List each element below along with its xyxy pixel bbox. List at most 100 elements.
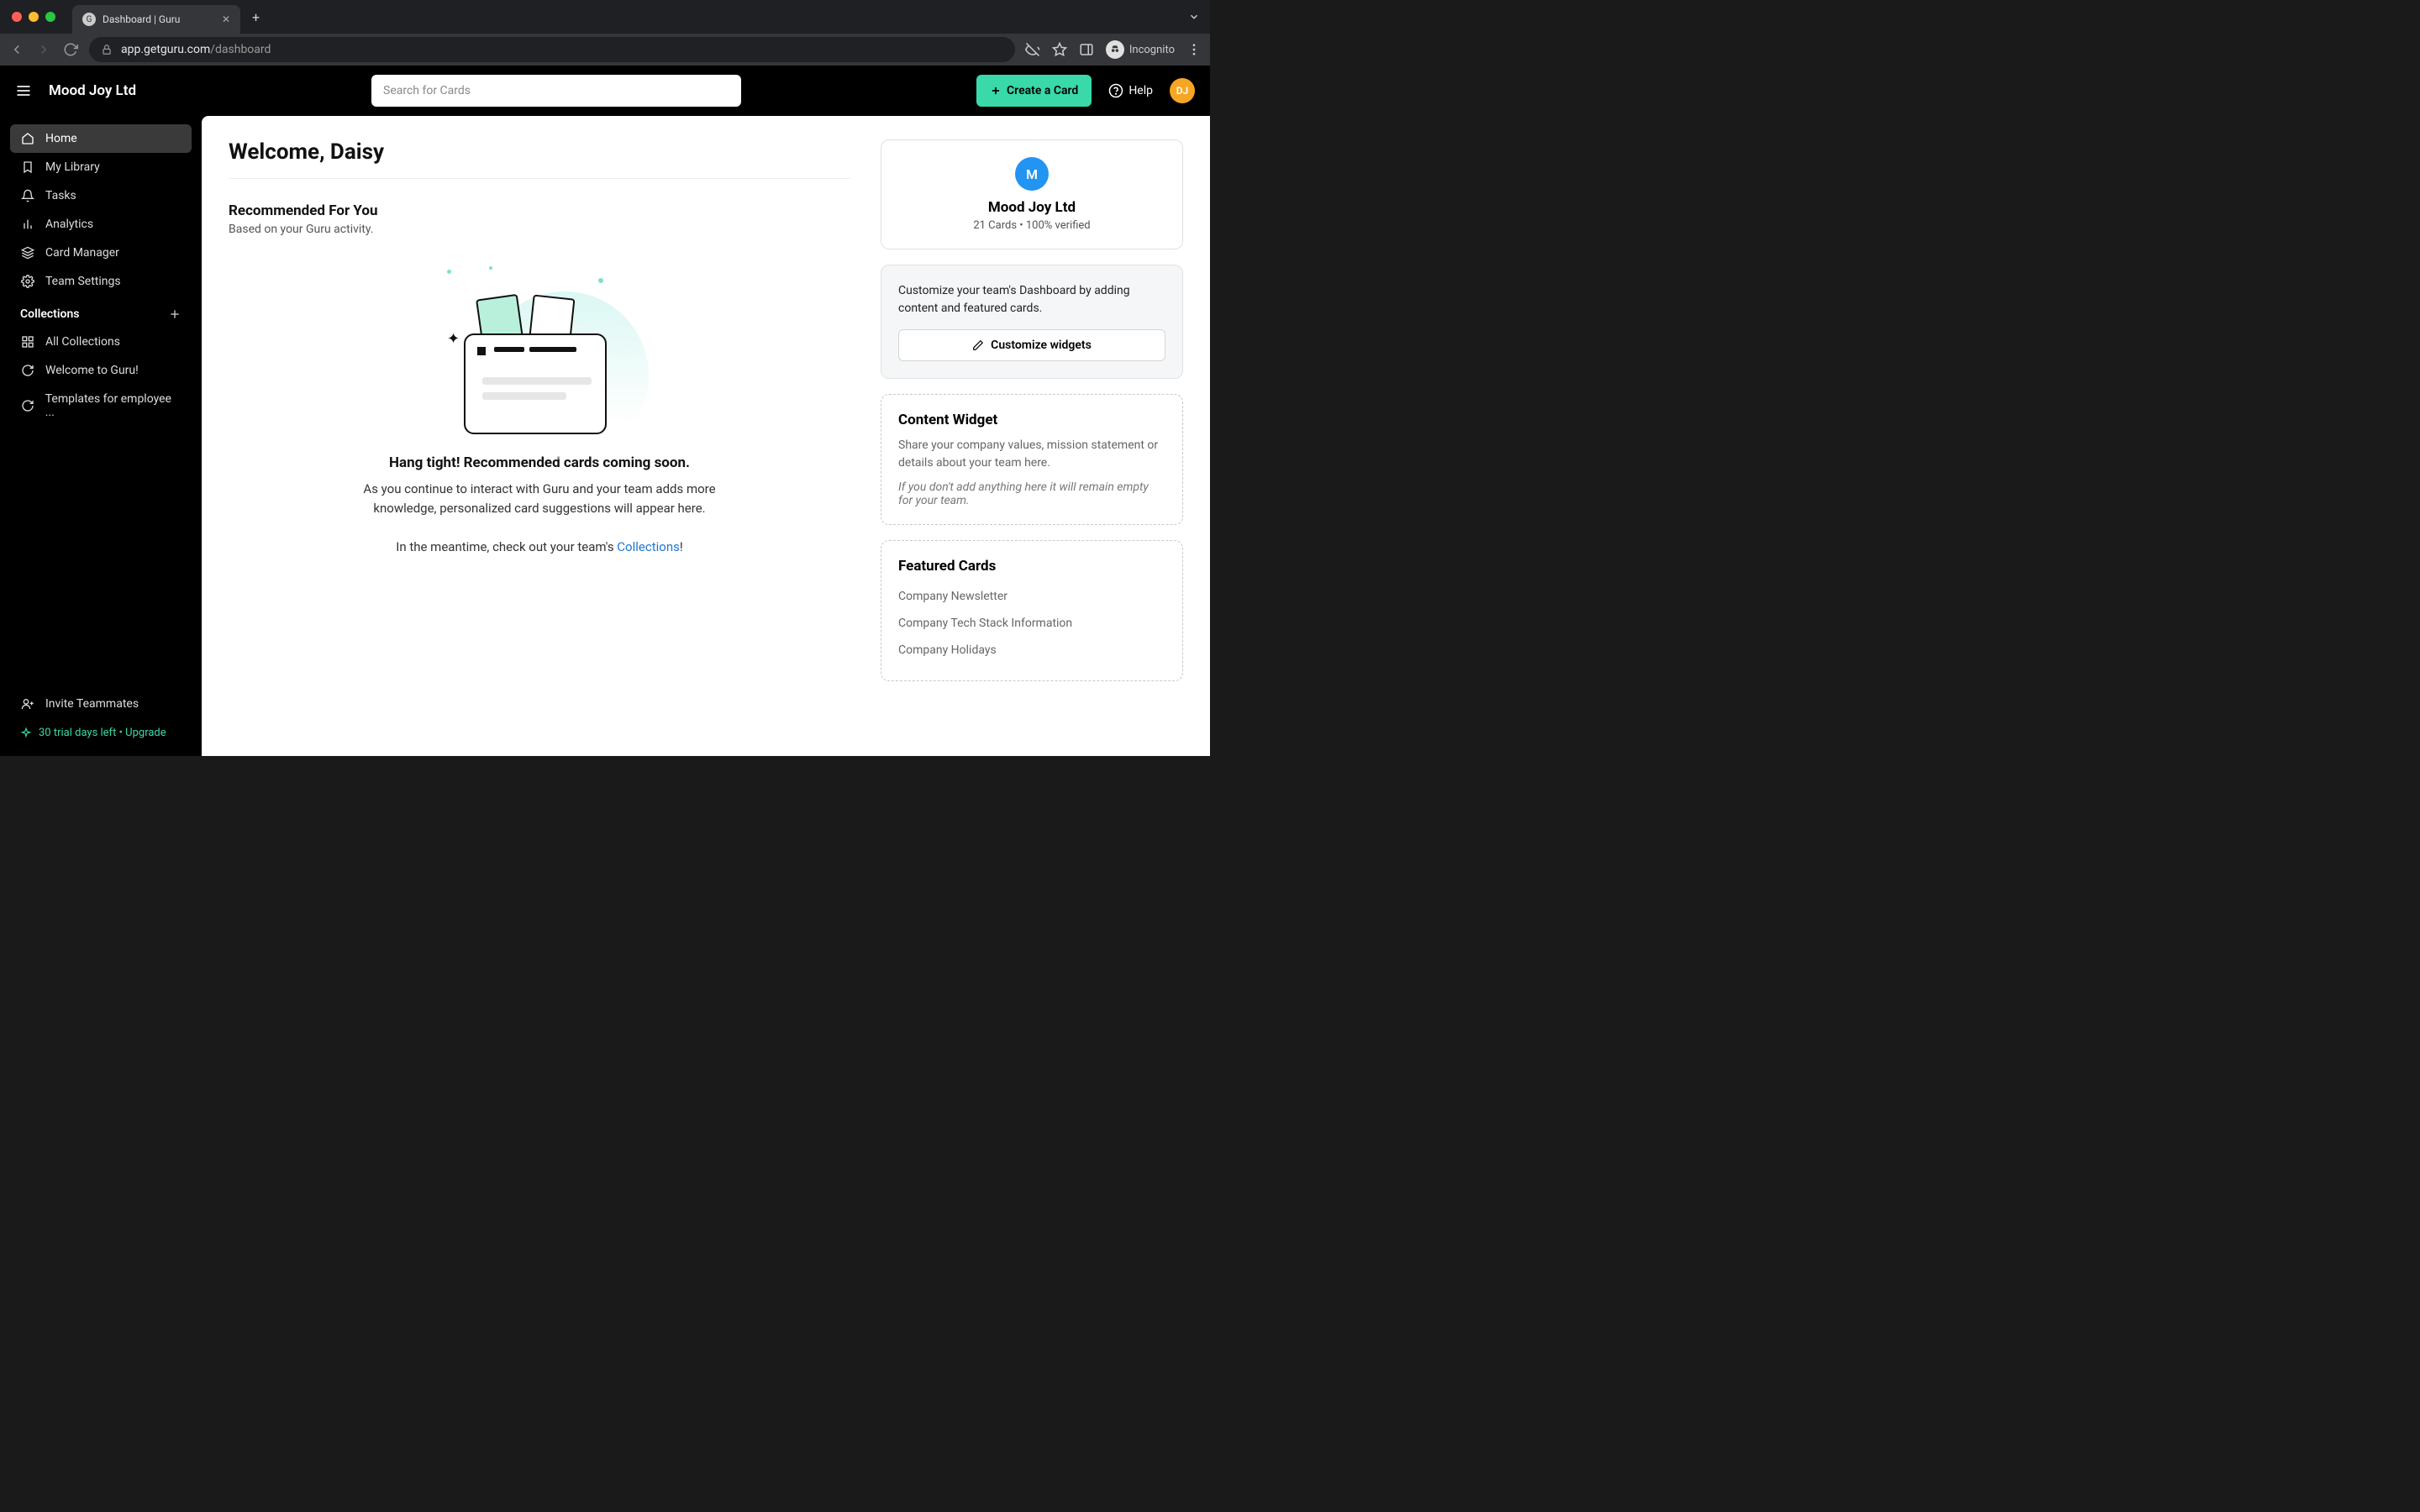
content-widget-desc: Share your company values, mission state… bbox=[898, 437, 1165, 472]
bookmark-icon bbox=[20, 160, 35, 174]
featured-cards-title: Featured Cards bbox=[898, 558, 1165, 575]
sidebar-item-analytics[interactable]: Analytics bbox=[10, 210, 192, 239]
featured-card-item[interactable]: Company Tech Stack Information bbox=[898, 610, 1165, 637]
sidebar-item-label: Home bbox=[45, 132, 77, 145]
featured-cards-widget: Featured Cards Company Newsletter Compan… bbox=[881, 540, 1183, 681]
help-icon bbox=[1108, 83, 1123, 98]
sidebar-item-label: Card Manager bbox=[45, 246, 119, 260]
featured-card-item[interactable]: Company Newsletter bbox=[898, 583, 1165, 610]
refresh-icon bbox=[20, 399, 35, 412]
team-summary-card: M Mood Joy Ltd 21 Cards • 100% verified bbox=[881, 139, 1183, 249]
url-path: /dashboard bbox=[210, 43, 271, 56]
search-input[interactable]: Search for Cards bbox=[371, 75, 741, 107]
sidebar-item-tasks[interactable]: Tasks bbox=[10, 181, 192, 210]
team-avatar: M bbox=[1015, 157, 1049, 191]
recommended-subtitle: Based on your Guru activity. bbox=[229, 223, 850, 236]
invite-teammates-button[interactable]: Invite Teammates bbox=[10, 690, 192, 718]
sidebar-item-all-collections[interactable]: All Collections bbox=[10, 328, 192, 356]
customize-text: Customize your team's Dashboard by addin… bbox=[898, 282, 1165, 318]
tab-close-icon[interactable]: ✕ bbox=[222, 13, 230, 25]
collections-header: Collections bbox=[10, 296, 192, 328]
gear-icon bbox=[20, 275, 35, 288]
refresh-icon bbox=[20, 364, 35, 377]
main-content: Welcome, Daisy Recommended For You Based… bbox=[202, 116, 1210, 756]
window-close[interactable] bbox=[12, 12, 22, 22]
sidebar-item-card-manager[interactable]: Card Manager bbox=[10, 239, 192, 267]
pencil-icon bbox=[972, 339, 984, 351]
trial-upgrade-link[interactable]: 30 trial days left • Upgrade bbox=[10, 718, 192, 748]
search-placeholder: Search for Cards bbox=[383, 84, 471, 97]
app-header: Mood Joy Ltd Search for Cards Create a C… bbox=[0, 66, 1210, 116]
lock-icon bbox=[101, 44, 113, 55]
sidebar-item-label: Templates for employee ... bbox=[45, 392, 182, 419]
window-controls bbox=[12, 12, 55, 22]
customize-button-label: Customize widgets bbox=[991, 339, 1092, 352]
home-icon bbox=[20, 132, 35, 145]
star-icon[interactable] bbox=[1052, 42, 1067, 57]
tab-title: Dashboard | Guru bbox=[103, 13, 180, 25]
collections-link[interactable]: Collections bbox=[617, 539, 680, 554]
browser-tab[interactable]: G Dashboard | Guru ✕ bbox=[72, 5, 240, 34]
content-widget-card: Content Widget Share your company values… bbox=[881, 394, 1183, 525]
empty-state-heading: Hang tight! Recommended cards coming soo… bbox=[229, 454, 850, 471]
eye-off-icon[interactable] bbox=[1025, 42, 1040, 57]
sidebar-item-welcome-collection[interactable]: Welcome to Guru! bbox=[10, 356, 192, 385]
reload-button[interactable] bbox=[62, 42, 79, 57]
collections-label: Collections bbox=[20, 307, 79, 321]
window-minimize[interactable] bbox=[29, 12, 39, 22]
panel-icon[interactable] bbox=[1079, 42, 1094, 57]
help-button[interactable]: Help bbox=[1108, 83, 1153, 98]
trial-label: 30 trial days left • Upgrade bbox=[39, 727, 166, 739]
add-collection-button[interactable] bbox=[168, 307, 182, 321]
create-card-button[interactable]: Create a Card bbox=[976, 75, 1092, 107]
plus-icon bbox=[990, 85, 1002, 97]
sidebar-item-label: Analytics bbox=[45, 218, 93, 231]
help-label: Help bbox=[1128, 84, 1153, 97]
team-stats: 21 Cards • 100% verified bbox=[898, 219, 1165, 232]
sidebar-item-label: Tasks bbox=[45, 189, 76, 202]
back-button[interactable] bbox=[8, 42, 25, 57]
customize-widgets-button[interactable]: Customize widgets bbox=[898, 329, 1165, 361]
new-tab-button[interactable]: + bbox=[252, 9, 260, 25]
forward-button[interactable] bbox=[35, 42, 52, 57]
create-card-label: Create a Card bbox=[1007, 84, 1078, 97]
bar-chart-icon bbox=[20, 218, 35, 231]
incognito-badge[interactable]: Incognito bbox=[1106, 40, 1175, 59]
content-widget-title: Content Widget bbox=[898, 412, 1165, 428]
user-avatar[interactable]: DJ bbox=[1170, 78, 1195, 103]
window-maximize[interactable] bbox=[45, 12, 55, 22]
sidebar-item-label: Welcome to Guru! bbox=[45, 364, 139, 377]
kebab-menu-icon[interactable] bbox=[1186, 42, 1202, 57]
browser-toolbar: app.getguru.com/dashboard Incognito bbox=[0, 34, 1210, 66]
incognito-icon bbox=[1106, 40, 1124, 59]
grid-icon bbox=[20, 335, 35, 349]
team-name: Mood Joy Ltd bbox=[898, 199, 1165, 216]
layers-icon bbox=[20, 246, 35, 260]
tab-favicon: G bbox=[82, 13, 96, 26]
bell-icon bbox=[20, 189, 35, 202]
content-widget-note: If you don't add anything here it will r… bbox=[898, 480, 1165, 507]
sidebar-item-team-settings[interactable]: Team Settings bbox=[10, 267, 192, 296]
invite-label: Invite Teammates bbox=[45, 697, 139, 711]
welcome-heading: Welcome, Daisy bbox=[229, 139, 850, 179]
sidebar-item-templates-collection[interactable]: Templates for employee ... bbox=[10, 385, 192, 427]
customize-card: Customize your team's Dashboard by addin… bbox=[881, 265, 1183, 379]
org-name: Mood Joy Ltd bbox=[49, 82, 136, 99]
sparkle-icon bbox=[20, 727, 32, 739]
recommended-title: Recommended For You bbox=[229, 202, 850, 219]
url-host: app.getguru.com bbox=[121, 43, 210, 56]
empty-state-illustration: ✦ bbox=[439, 266, 640, 434]
tabs-dropdown-icon[interactable] bbox=[1188, 11, 1200, 23]
sidebar-item-label: My Library bbox=[45, 160, 100, 174]
sidebar-item-label: All Collections bbox=[45, 335, 120, 349]
sidebar-item-library[interactable]: My Library bbox=[10, 153, 192, 181]
empty-state-cta: In the meantime, check out your team's C… bbox=[346, 538, 733, 557]
user-plus-icon bbox=[20, 697, 35, 711]
menu-toggle[interactable] bbox=[15, 82, 32, 99]
address-bar[interactable]: app.getguru.com/dashboard bbox=[89, 37, 1015, 62]
empty-state-body: As you continue to interact with Guru an… bbox=[346, 480, 733, 517]
sidebar-item-label: Team Settings bbox=[45, 275, 121, 288]
sidebar-item-home[interactable]: Home bbox=[10, 124, 192, 153]
featured-card-item[interactable]: Company Holidays bbox=[898, 637, 1165, 664]
sidebar: Home My Library Tasks Analytics Card Man… bbox=[0, 116, 202, 756]
